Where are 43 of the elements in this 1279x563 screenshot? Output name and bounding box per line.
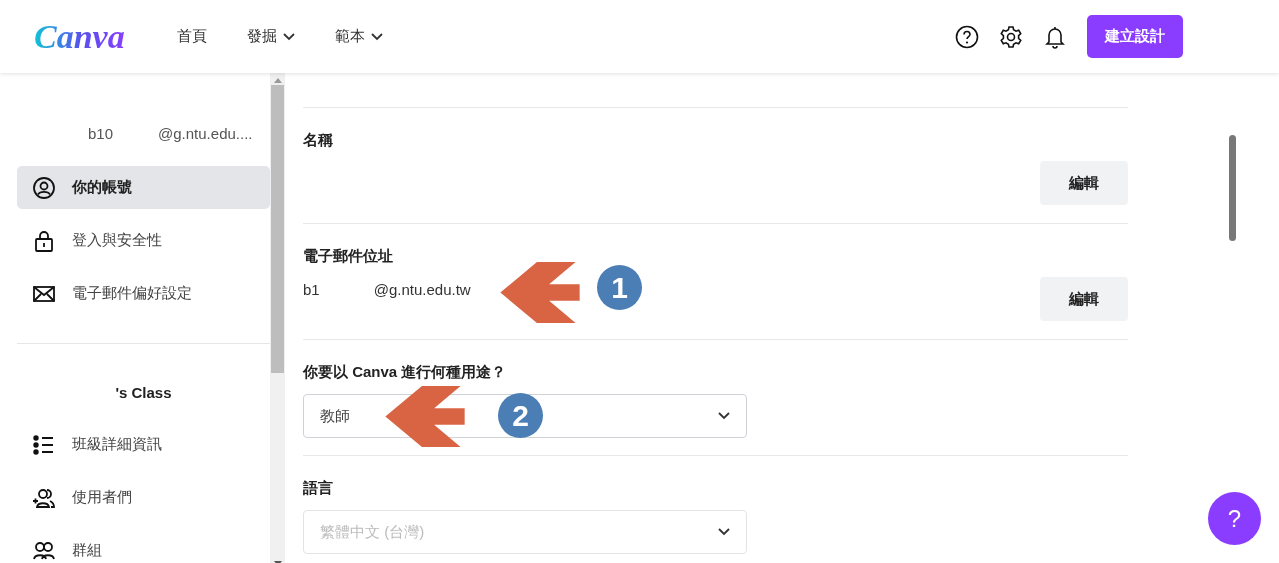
lock-icon [32,228,56,253]
arrow-icon [385,386,465,447]
chevron-down-icon [370,32,383,41]
sidebar-item-label: 電子郵件偏好設定 [72,284,192,303]
chevron-down-icon [282,32,295,41]
chevron-down-icon [718,528,730,536]
user-email: @g.ntu.edu.... [158,125,253,142]
field-label: 電子郵件位址 [303,247,394,264]
arrow-icon [500,262,580,323]
sidebar-item-label: 群組 [72,541,102,560]
sidebar-item[interactable]: 班級詳細資訊 [17,423,270,466]
sidebar-item-label: 使用者們 [72,488,132,507]
field-label: 名稱 [303,131,334,148]
create-design-button[interactable]: 建立設計 [1087,15,1183,58]
field-label: 語言 [303,479,334,496]
sidebar-item[interactable]: 群組 [17,529,270,563]
sidebar-item-label: 你的帳號 [72,178,132,197]
sidebar-item[interactable]: 你的帳號 [17,166,270,209]
edit-button[interactable]: 編輯 [1040,161,1128,205]
chevron-down-icon [718,412,730,420]
scrollbar[interactable] [270,73,285,563]
class-title: 's Class [115,384,172,401]
help-icon[interactable] [955,24,979,49]
field-label: 你要以 Canva 進行何種用途？ [303,363,508,380]
edit-button[interactable]: 編輯 [1040,277,1128,321]
help-button[interactable]: ? [1208,492,1261,545]
step-number-badge: 1 [597,265,642,310]
sidebar-item-label: 登入與安全性 [72,231,162,250]
email-text: @g.ntu.edu.tw [373,281,471,298]
notification-bell-icon[interactable] [1043,24,1067,49]
sidebar-item[interactable]: 登入與安全性 [17,219,270,262]
sidebar-item[interactable]: 電子郵件偏好設定 [17,272,270,315]
list-icon [32,432,56,457]
user-name: b10 [88,125,114,142]
nav-link[interactable]: 首頁 [164,21,219,52]
sidebar-item-label: 班級詳細資訊 [72,435,162,454]
scrollbar-thumb[interactable] [1229,135,1236,241]
nav-link[interactable]: 發掘 [234,21,307,52]
user-icon [32,175,56,200]
sidebar-item[interactable]: 使用者們 [17,476,270,519]
nav-link[interactable]: 範本 [322,21,395,52]
email-text: b1 [303,281,320,298]
settings-icon[interactable] [999,24,1023,49]
